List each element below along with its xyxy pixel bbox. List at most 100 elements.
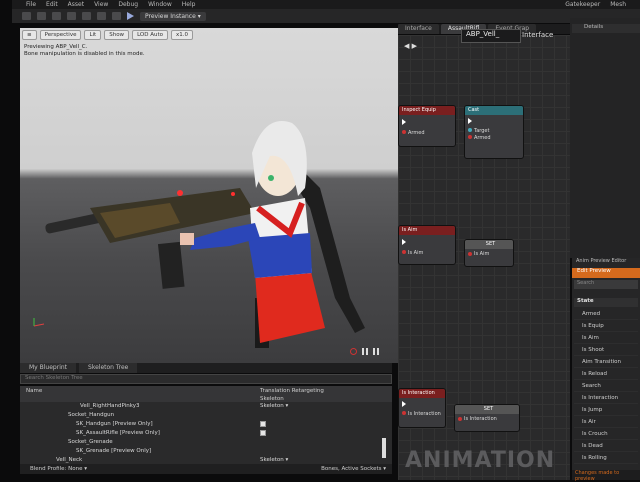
tree-footer: Blend Profile: None ▾ Bones, Active Sock… <box>20 464 392 474</box>
col-name[interactable]: Name <box>26 388 42 394</box>
tab-interface[interactable]: Interface <box>398 24 439 34</box>
node-title: Inspect Equip <box>399 106 455 115</box>
diff-icon[interactable] <box>67 12 76 20</box>
cast-node[interactable]: Cast Target Armed <box>464 105 524 159</box>
node-pin-label: Armed <box>474 134 491 141</box>
socket-name: Socket_Handgun <box>68 412 115 418</box>
details-title[interactable]: Details <box>572 24 640 33</box>
visibility-checkbox[interactable] <box>260 430 266 436</box>
graph-node[interactable]: Is Interaction Is Interaction <box>398 388 446 428</box>
skeleton-tree: Vell_RightHandPinky3 Skeleton ▾ Socket_H… <box>20 402 392 464</box>
property-is-aim[interactable]: Is Aim <box>574 333 638 344</box>
menu-asset[interactable]: Asset <box>68 1 84 8</box>
set-node[interactable]: SET Is Interaction <box>454 404 520 432</box>
main-toolbar: Preview Instance ▾ <box>12 9 640 23</box>
property-is-crouch[interactable]: Is Crouch <box>574 429 638 440</box>
property-is-reload[interactable]: Is Reload <box>574 369 638 380</box>
node-title: Is Interaction <box>399 389 445 398</box>
blend-profile-dropdown[interactable]: Blend Profile: None ▾ <box>30 466 87 472</box>
property-is-dead[interactable]: Is Dead <box>574 441 638 452</box>
property-is-shoot[interactable]: Is Shoot <box>574 345 638 356</box>
anim-preview-search-input[interactable]: Search <box>574 280 638 289</box>
graph-node[interactable]: Inspect Equip Armed <box>398 105 456 147</box>
menu-view[interactable]: View <box>94 1 108 8</box>
tree-row[interactable]: Vell_Neck Skeleton ▾ <box>20 456 392 464</box>
back-arrow-icon[interactable]: ◀ ▶ <box>404 42 417 50</box>
viewport[interactable]: ≡ Perspective Lit Show LOD Auto x1.0 Pre… <box>20 28 398 363</box>
record-icon[interactable] <box>350 348 357 355</box>
pause-icon[interactable] <box>362 348 368 355</box>
property-is-equip[interactable]: Is Equip <box>574 321 638 332</box>
node-pin-label: Is Aim <box>408 249 424 256</box>
node-title: SET <box>465 240 513 249</box>
property-search[interactable]: Search <box>574 381 638 392</box>
property-is-air[interactable]: Is Air <box>574 417 638 428</box>
col-translation[interactable]: Translation Retargeting <box>260 388 324 394</box>
graph-node[interactable]: Is Aim Is Aim <box>398 225 456 265</box>
compile-icon[interactable] <box>22 12 31 20</box>
menu-window[interactable]: Window <box>148 1 172 8</box>
tree-scrollbar[interactable] <box>382 438 386 458</box>
event-graph[interactable]: ◀ ▶ Inspect Equip Armed Cast Target Arme… <box>398 29 570 380</box>
graph-title-text: ABP_Vell_ <box>466 30 500 38</box>
bone-name: Vell_RightHandPinky3 <box>80 403 140 409</box>
edit-preview-header[interactable]: Edit Preview <box>572 268 640 278</box>
menu-debug[interactable]: Debug <box>118 1 138 8</box>
graph-watermark: ANIMATION <box>405 448 556 473</box>
property-is-rolling[interactable]: Is Rolling <box>574 453 638 464</box>
property-is-jump[interactable]: Is Jump <box>574 405 638 416</box>
class-defaults-icon[interactable] <box>112 12 121 20</box>
tab-skeleton-tree[interactable]: Skeleton Tree <box>79 363 138 373</box>
graph-title: ABP_Vell_ <box>461 29 521 43</box>
anim-preview-footer: Changes made to preview <box>572 470 640 482</box>
menu-file[interactable]: File <box>26 1 36 8</box>
browse-icon[interactable] <box>52 12 61 20</box>
node-title: Cast <box>465 106 523 115</box>
node-pin-label: Is Interaction <box>408 410 441 417</box>
anim-preview-title[interactable]: Anim Preview Editor <box>572 258 640 267</box>
tab-my-blueprint[interactable]: My Blueprint <box>20 363 77 373</box>
node-pin-label: Is Aim <box>474 251 490 257</box>
tree-row[interactable]: SK_Grenade [Preview Only] <box>20 447 392 455</box>
mesh-label[interactable]: Mesh <box>610 1 626 8</box>
property-armed[interactable]: Armed <box>574 309 638 320</box>
save-icon[interactable] <box>37 12 46 20</box>
skeleton-search-input[interactable]: Search Skeleton Tree <box>20 374 392 384</box>
set-node[interactable]: SET Is Aim <box>464 239 514 267</box>
character-preview <box>33 121 365 348</box>
mesh-name: SK_Handgun [Preview Only] <box>76 421 153 427</box>
bones-filter-dropdown[interactable]: Bones, Active Sockets ▾ <box>321 466 392 472</box>
node-title: SET <box>455 405 519 414</box>
graph-title-suffix: Interface <box>522 31 554 39</box>
mesh-name: SK_AssaultRifle [Preview Only] <box>76 430 160 436</box>
property-is-interaction[interactable]: Is Interaction <box>574 393 638 404</box>
step-icon[interactable] <box>373 348 379 355</box>
state-category[interactable]: State <box>574 298 638 307</box>
tree-row[interactable]: SK_AssaultRifle [Preview Only] <box>20 429 392 437</box>
tree-row[interactable]: SK_Handgun [Preview Only] <box>20 420 392 428</box>
node-title: Is Aim <box>399 226 455 235</box>
menu-edit[interactable]: Edit <box>46 1 58 8</box>
tree-row[interactable]: Socket_Grenade <box>20 438 392 446</box>
bottom-left-tabs: My Blueprint Skeleton Tree <box>20 363 392 373</box>
bone-name: Vell_Neck <box>56 457 83 463</box>
tree-row[interactable]: Socket_Handgun <box>20 411 392 419</box>
details-panel <box>570 18 640 258</box>
menu-help[interactable]: Help <box>182 1 196 8</box>
tree-row[interactable]: Vell_RightHandPinky3 Skeleton ▾ <box>20 402 392 410</box>
node-pin-label: Target <box>474 127 490 134</box>
play-icon[interactable] <box>127 12 134 20</box>
retarget-dropdown[interactable]: Skeleton ▾ <box>260 456 288 464</box>
project-name: Gatekeeper <box>565 1 601 8</box>
mesh-name: SK_Grenade [Preview Only] <box>76 448 152 454</box>
menu-bar: File Edit Asset View Debug Window Help G… <box>12 0 640 9</box>
property-aim-transition[interactable]: Aim Transition <box>574 357 638 368</box>
class-settings-icon[interactable] <box>97 12 106 20</box>
playback-controls <box>350 348 379 355</box>
retarget-dropdown[interactable]: Skeleton ▾ <box>260 402 288 410</box>
visibility-checkbox[interactable] <box>260 421 266 427</box>
socket-name: Socket_Grenade <box>68 439 113 445</box>
search-icon[interactable] <box>82 12 91 20</box>
node-pin-label: Armed <box>408 129 425 136</box>
preview-instance-dropdown[interactable]: Preview Instance ▾ <box>140 11 206 21</box>
